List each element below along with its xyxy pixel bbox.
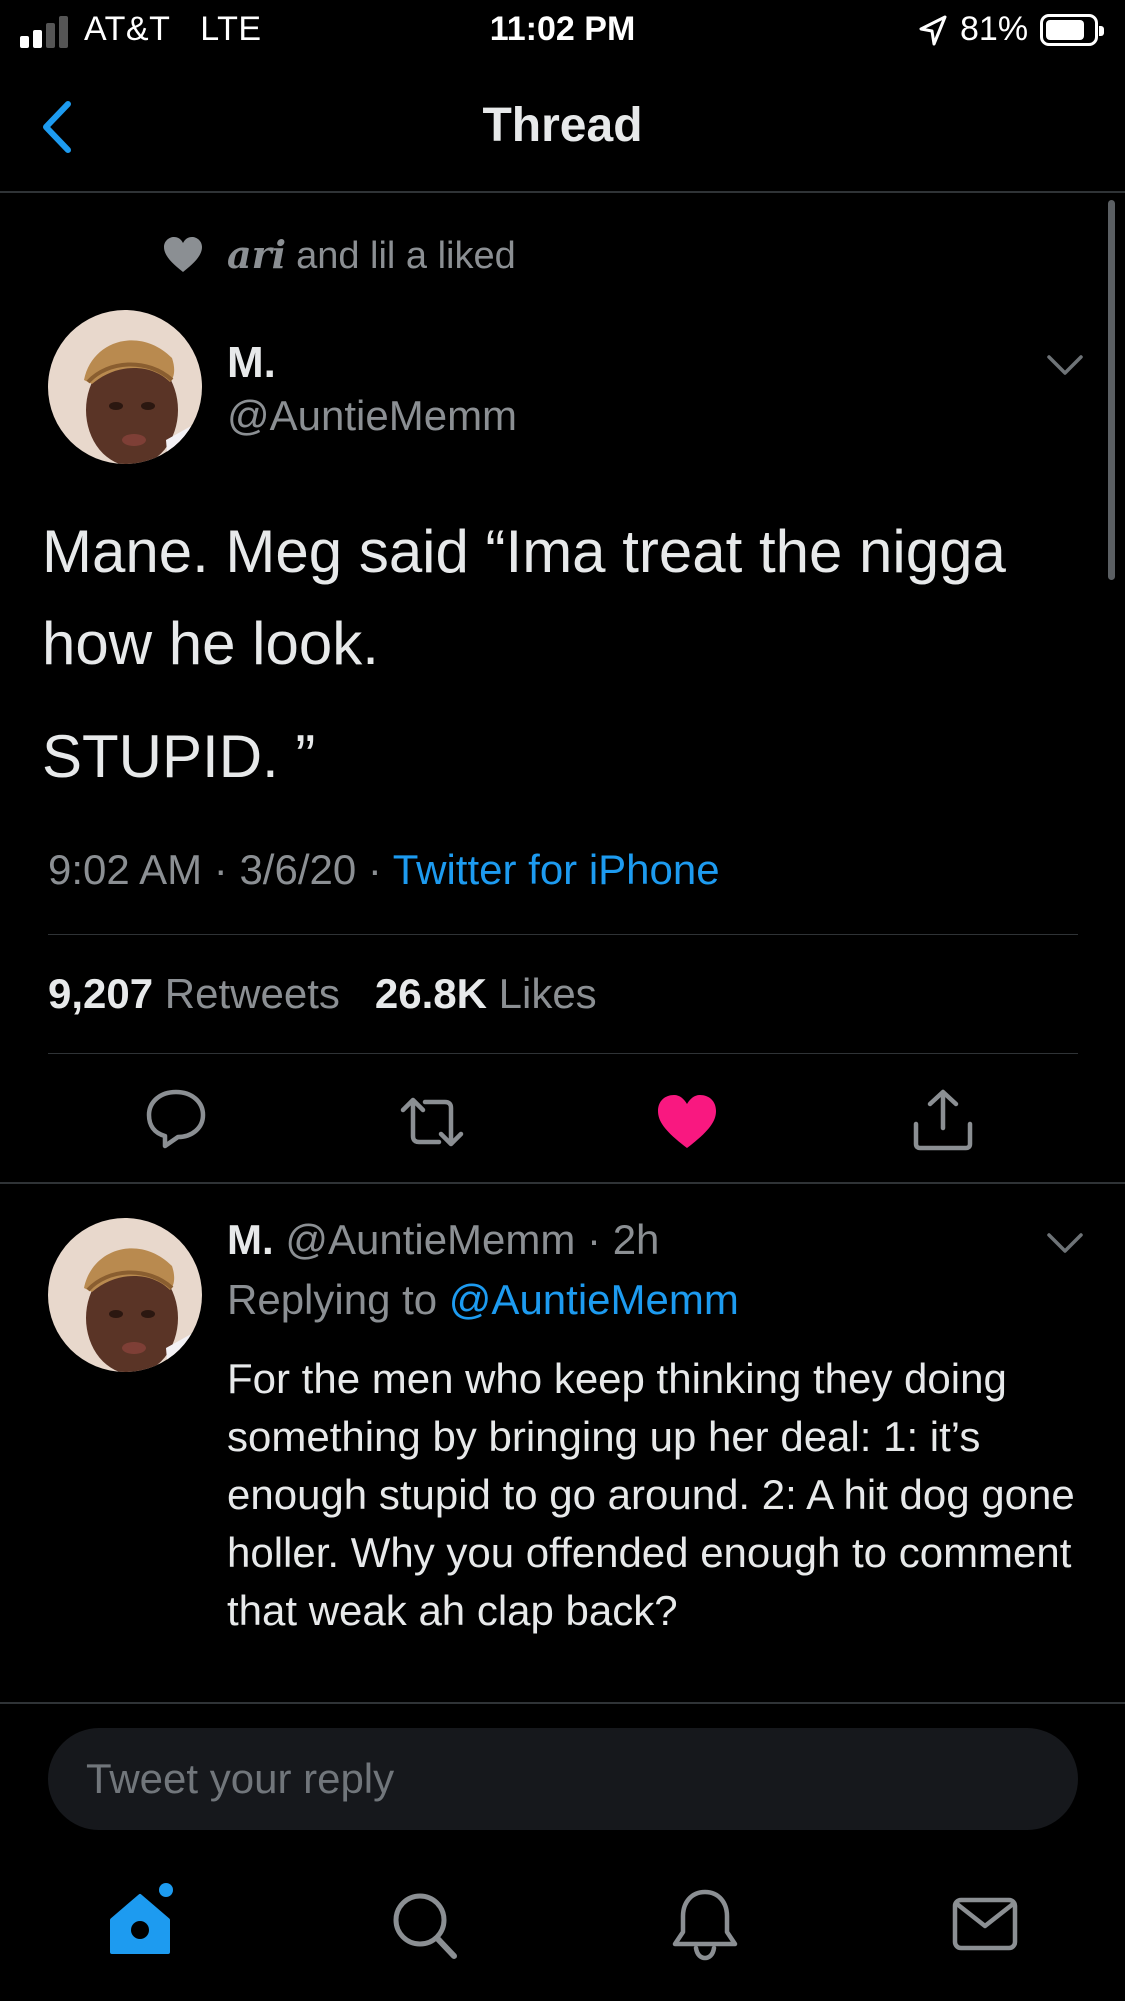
- social-context[interactable]: ari and lil a liked: [227, 232, 516, 278]
- reply-display-name[interactable]: M.: [227, 1216, 274, 1263]
- reply-icon[interactable]: [143, 1086, 209, 1150]
- tweet-reply-input[interactable]: [48, 1728, 1078, 1830]
- replying-to-label: Replying to: [227, 1276, 438, 1323]
- likes-count: 26.8K: [374, 970, 487, 1017]
- notifications-icon[interactable]: [665, 1884, 745, 1964]
- meta-divider: [48, 934, 1078, 935]
- share-icon[interactable]: [910, 1088, 976, 1152]
- tweet-time: 9:02 AM: [48, 846, 203, 893]
- likes-stat[interactable]: 26.8K Likes: [375, 970, 597, 1017]
- tweet-meta: 9:02 AM · 3/6/20 · Twitter for iPhone: [48, 846, 720, 893]
- author-display-name[interactable]: M.: [227, 338, 276, 388]
- retweets-count: 9,207: [48, 970, 154, 1017]
- likes-label: Likes: [498, 970, 597, 1017]
- reply-chevron-down-icon[interactable]: [1045, 1230, 1085, 1256]
- liked-by-rest: and lil a liked: [296, 235, 516, 277]
- tweet-stats: 9,207 Retweets 26.8K Likes: [48, 970, 597, 1018]
- reply-handle[interactable]: @AuntieMemm: [285, 1216, 575, 1263]
- liked-heart-icon: [164, 237, 202, 272]
- retweets-stat[interactable]: 9,207 Retweets: [48, 970, 340, 1017]
- page-title: Thread: [482, 99, 643, 152]
- retweets-label: Retweets: [164, 970, 340, 1017]
- avatar[interactable]: [48, 310, 202, 464]
- reply-header[interactable]: M. @AuntieMemm · 2h: [227, 1216, 659, 1264]
- author-handle[interactable]: @AuntieMemm: [227, 392, 517, 440]
- tweet-date: 3/6/20: [239, 846, 357, 893]
- liked-by-name[interactable]: ari: [227, 232, 286, 277]
- stats-divider: [48, 1053, 1078, 1054]
- reply-avatar[interactable]: [48, 1218, 202, 1372]
- like-icon[interactable]: [654, 1090, 720, 1154]
- replying-to-mention[interactable]: @AuntieMemm: [449, 1276, 739, 1323]
- scrollbar[interactable]: [1108, 200, 1115, 580]
- tweet-text: Mane. Meg said “Ima treat the nigga how …: [42, 518, 1006, 677]
- reply-text: For the men who keep thinking they doing…: [227, 1355, 1075, 1634]
- status-bar: AT&T LTE 11:02 PM 81%: [0, 0, 1125, 62]
- reply-composer[interactable]: [48, 1728, 1078, 1830]
- chevron-down-icon[interactable]: [1045, 352, 1085, 378]
- replying-to: Replying to @AuntieMemm: [227, 1276, 739, 1324]
- tweet-source-link[interactable]: Twitter for iPhone: [393, 846, 720, 893]
- location-arrow-icon: [919, 15, 947, 46]
- messages-icon[interactable]: [947, 1886, 1027, 1966]
- home-icon[interactable]: [102, 1882, 182, 1962]
- compose-divider: [0, 1702, 1125, 1704]
- retweet-icon[interactable]: [399, 1090, 465, 1154]
- thread-divider: [0, 1182, 1125, 1184]
- nav-divider: [0, 191, 1125, 193]
- battery-percent: 81%: [960, 10, 1029, 48]
- reply-age: 2h: [612, 1216, 660, 1263]
- battery-icon: [1040, 14, 1104, 46]
- tweet-text-continued: STUPID. ”: [42, 723, 316, 790]
- search-icon[interactable]: [384, 1886, 464, 1966]
- status-time: 11:02 PM: [489, 10, 636, 48]
